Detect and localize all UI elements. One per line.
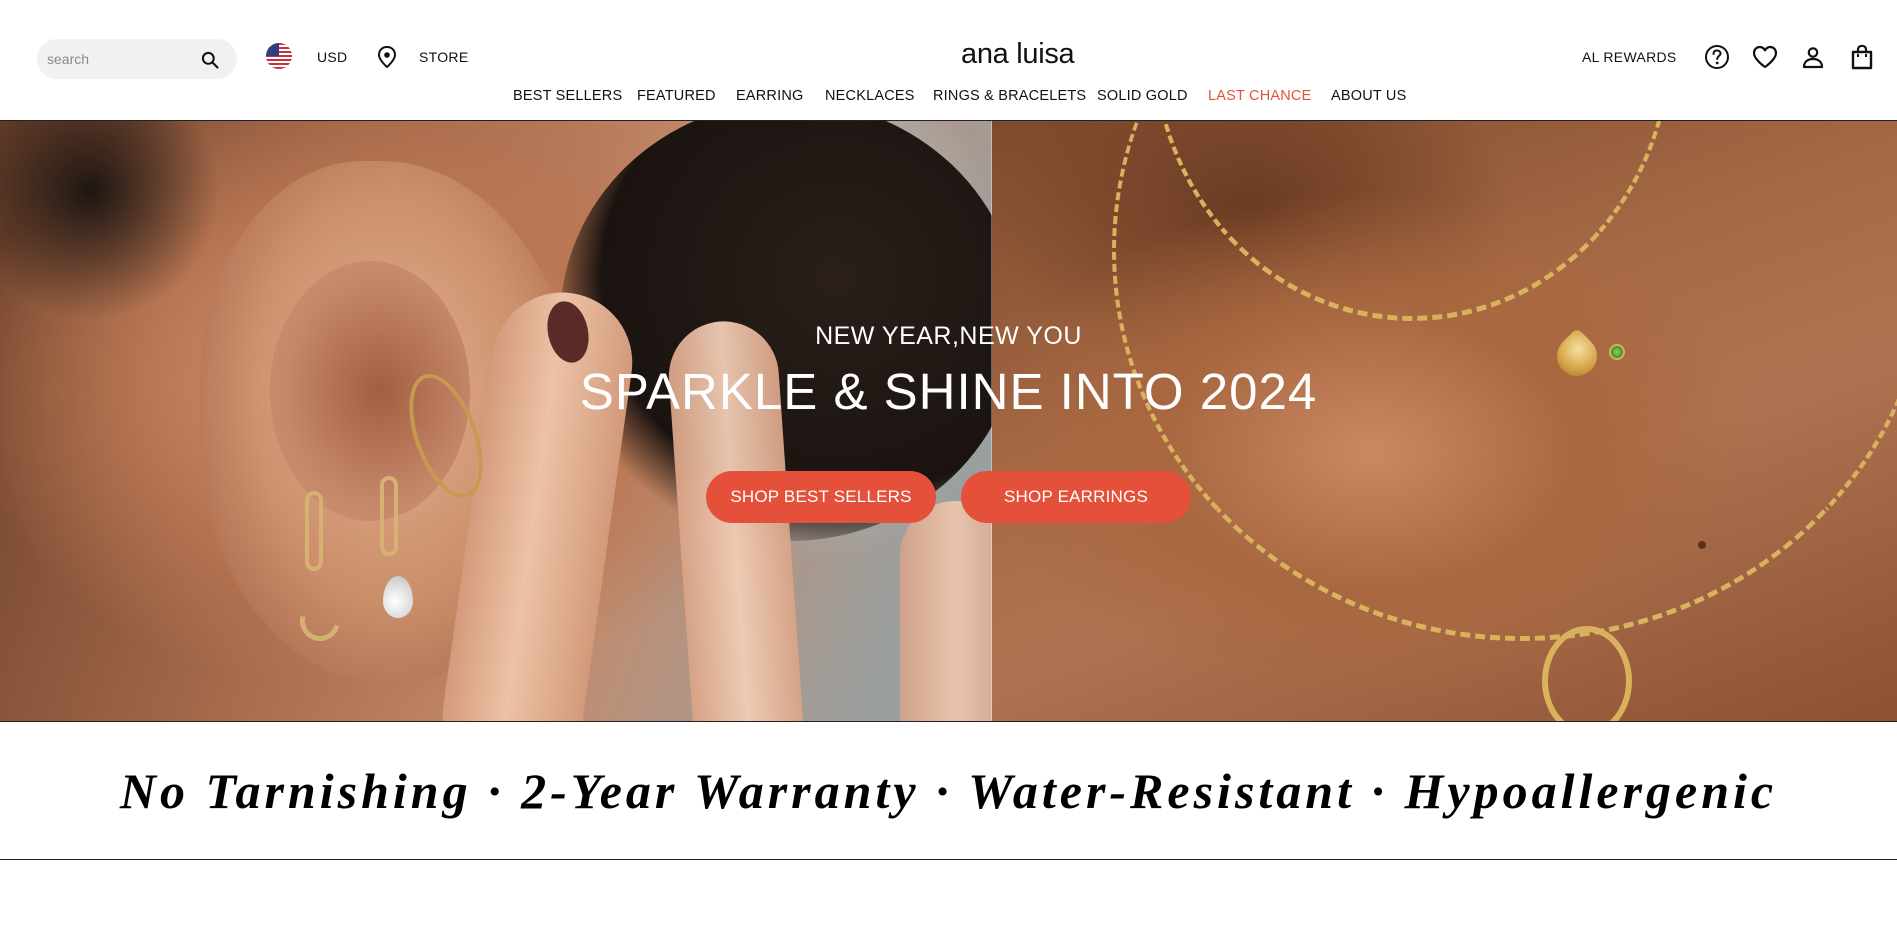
- hero-image-earrings: [0, 121, 1020, 721]
- nav-item-solid-gold[interactable]: SOLID GOLD: [1097, 88, 1188, 104]
- account-icon[interactable]: [1799, 43, 1827, 71]
- hero-banner: NEW YEAR,NEW YOU SPARKLE & SHINE INTO 20…: [0, 121, 1897, 722]
- site-header: USD STORE ana luisa AL REWARDS: [0, 0, 1897, 121]
- search-icon: [201, 51, 219, 69]
- nav-item-earring[interactable]: EARRING: [736, 88, 803, 104]
- hero-divider: [991, 121, 992, 721]
- shop-best-sellers-button[interactable]: SHOP BEST SELLERS: [706, 471, 936, 523]
- search-box: [37, 39, 237, 79]
- features-text: No Tarnishing · 2-Year Warranty · Water-…: [119, 763, 1778, 819]
- hero-hair-shape-2: [0, 121, 220, 321]
- nav-item-about-us[interactable]: ABOUT US: [1331, 88, 1406, 104]
- cart-bag-icon[interactable]: [1848, 43, 1876, 71]
- rewards-link[interactable]: AL REWARDS: [1582, 49, 1677, 65]
- hero-image-necklaces: [992, 121, 1897, 721]
- search-input[interactable]: [47, 47, 187, 71]
- nav-item-necklaces[interactable]: NECKLACES: [825, 88, 915, 104]
- wishlist-heart-icon[interactable]: [1751, 43, 1779, 71]
- hero-title: SPARKLE & SHINE INTO 2024: [579, 363, 1318, 420]
- nav-item-best-sellers[interactable]: BEST SELLERS: [513, 88, 622, 104]
- brand-logo[interactable]: ana luisa: [961, 38, 1075, 71]
- nav-item-rings-bracelets[interactable]: RINGS & BRACELETS: [933, 88, 1086, 104]
- main-nav: BEST SELLERS FEATURED EARRING NECKLACES …: [0, 88, 1897, 110]
- help-icon[interactable]: [1703, 43, 1731, 71]
- hero-subtitle: NEW YEAR,NEW YOU: [815, 322, 1082, 350]
- teardrop-gem: [383, 576, 413, 618]
- hoop-earring: [305, 491, 323, 571]
- nav-item-last-chance[interactable]: LAST CHANCE: [1208, 88, 1311, 104]
- features-strip: No Tarnishing · 2-Year Warranty · Water-…: [0, 722, 1897, 860]
- store-locator-link[interactable]: STORE: [419, 49, 468, 65]
- nav-item-featured[interactable]: FEATURED: [637, 88, 716, 104]
- circle-pendant: [1542, 626, 1632, 721]
- search-button[interactable]: [197, 47, 223, 73]
- location-pin-icon[interactable]: [377, 45, 397, 69]
- currency-selector[interactable]: USD: [317, 49, 347, 65]
- shop-earrings-button[interactable]: SHOP EARRINGS: [961, 471, 1191, 523]
- skin-detail: [1698, 541, 1706, 549]
- hoop-earring: [380, 476, 398, 556]
- us-flag-icon[interactable]: [266, 43, 292, 69]
